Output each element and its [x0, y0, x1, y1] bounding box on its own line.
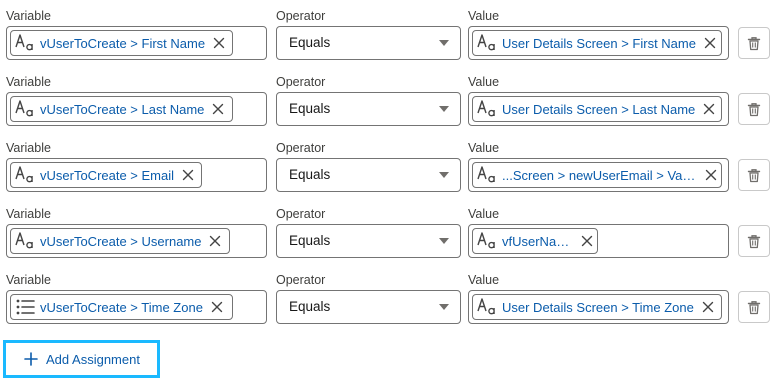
operator-value: Equals	[289, 35, 331, 50]
text-type-icon	[14, 230, 36, 252]
operator-value: Equals	[289, 233, 331, 248]
text-type-icon	[476, 296, 498, 318]
delete-row-button[interactable]	[738, 291, 770, 323]
dropdown-caret-icon	[439, 238, 449, 244]
operator-label: Operator	[276, 141, 326, 155]
dropdown-caret-icon	[439, 40, 449, 46]
remove-value-icon[interactable]	[581, 235, 593, 247]
variable-pill-text: vUserToCreate > Email	[40, 167, 175, 183]
variable-label: Variable	[6, 141, 51, 155]
delete-row-button[interactable]	[738, 225, 770, 257]
add-assignment-button[interactable]: Add Assignment	[6, 343, 157, 375]
value-pill-text: User Details Screen > Last Name	[502, 101, 696, 117]
operator-label: Operator	[276, 273, 326, 287]
value-pill-text: User Details Screen > First Name	[502, 35, 696, 51]
operator-select[interactable]: Equals	[276, 224, 461, 258]
variable-field[interactable]: vUserToCreate > Time Zone	[6, 290, 267, 324]
value-pill[interactable]: ...Screen > newUserEmail > Value	[472, 162, 722, 188]
value-pill-text: ...Screen > newUserEmail > Value	[502, 167, 697, 183]
value-field[interactable]: User Details Screen > Time Zone	[468, 290, 729, 324]
add-assignment-label: Add Assignment	[46, 351, 140, 367]
variable-pill-text: vUserToCreate > Last Name	[40, 101, 205, 117]
dropdown-caret-icon	[439, 172, 449, 178]
operator-select[interactable]: Equals	[276, 290, 461, 324]
remove-variable-icon[interactable]	[209, 235, 221, 247]
value-label: Value	[468, 141, 500, 155]
text-type-icon	[476, 164, 498, 186]
variable-label: Variable	[6, 273, 51, 287]
operator-label: Operator	[276, 75, 326, 89]
assignment-row: Variable Operator Value vUserToCreate > Use…	[0, 206, 776, 272]
remove-value-icon[interactable]	[703, 103, 715, 115]
variable-pill-text: vUserToCreate > First Name	[40, 35, 206, 51]
trash-icon	[747, 234, 761, 249]
trash-icon	[747, 102, 761, 117]
value-pill[interactable]: User Details Screen > Time Zone	[472, 294, 722, 320]
text-type-icon	[476, 230, 498, 252]
add-assignment-focus-ring: Add Assignment	[3, 340, 160, 378]
variable-label: Variable	[6, 207, 51, 221]
delete-row-button[interactable]	[738, 93, 770, 125]
operator-select[interactable]: Equals	[276, 26, 461, 60]
text-type-icon	[476, 32, 498, 54]
remove-variable-icon[interactable]	[182, 169, 194, 181]
dropdown-caret-icon	[439, 106, 449, 112]
value-field[interactable]: ...Screen > newUserEmail > Value	[468, 158, 729, 192]
variable-label: Variable	[6, 9, 51, 23]
remove-variable-icon[interactable]	[213, 37, 225, 49]
value-field[interactable]: User Details Screen > Last Name	[468, 92, 729, 126]
trash-icon	[747, 168, 761, 183]
dropdown-caret-icon	[439, 304, 449, 310]
remove-variable-icon[interactable]	[212, 103, 224, 115]
variable-pill[interactable]: vUserToCreate > Last Name	[10, 96, 233, 122]
value-label: Value	[468, 207, 500, 221]
operator-value: Equals	[289, 101, 331, 116]
value-pill-text: User Details Screen > Time Zone	[502, 299, 694, 315]
variable-field[interactable]: vUserToCreate > Email	[6, 158, 267, 192]
delete-row-button[interactable]	[738, 159, 770, 191]
variable-pill[interactable]: vUserToCreate > First Name	[10, 30, 233, 56]
text-type-icon	[476, 98, 498, 120]
value-pill[interactable]: User Details Screen > First Name	[472, 30, 722, 56]
remove-variable-icon[interactable]	[211, 301, 223, 313]
operator-label: Operator	[276, 9, 326, 23]
variable-field[interactable]: vUserToCreate > Username	[6, 224, 267, 258]
operator-select[interactable]: Equals	[276, 158, 461, 192]
assignment-row: Variable Operator Value vUserToCreate > Las…	[0, 74, 776, 140]
value-label: Value	[468, 9, 500, 23]
trash-icon	[747, 36, 761, 51]
variable-label: Variable	[6, 75, 51, 89]
variable-pill[interactable]: vUserToCreate > Time Zone	[10, 294, 233, 320]
variable-field[interactable]: vUserToCreate > Last Name	[6, 92, 267, 126]
plus-icon	[24, 352, 38, 366]
trash-icon	[747, 300, 761, 315]
variable-pill[interactable]: vUserToCreate > Email	[10, 162, 202, 188]
picklist-icon	[14, 296, 36, 318]
value-pill[interactable]: vfUserName	[472, 228, 598, 254]
value-pill-text: vfUserName	[502, 233, 573, 249]
assignment-row: Variable Operator Value vUserToCreate > Tim…	[0, 272, 776, 338]
assignment-row: Variable Operator Value vUserToCreate > Fir…	[0, 8, 776, 74]
remove-value-icon[interactable]	[702, 301, 714, 313]
variable-pill-text: vUserToCreate > Time Zone	[40, 299, 203, 315]
operator-label: Operator	[276, 207, 326, 221]
variable-field[interactable]: vUserToCreate > First Name	[6, 26, 267, 60]
operator-value: Equals	[289, 167, 331, 182]
value-label: Value	[468, 75, 500, 89]
text-type-icon	[14, 32, 36, 54]
remove-value-icon[interactable]	[705, 169, 717, 181]
variable-pill[interactable]: vUserToCreate > Username	[10, 228, 230, 254]
operator-select[interactable]: Equals	[276, 92, 461, 126]
text-type-icon	[14, 98, 36, 120]
delete-row-button[interactable]	[738, 27, 770, 59]
value-field[interactable]: vfUserName	[468, 224, 729, 258]
remove-value-icon[interactable]	[704, 37, 716, 49]
value-field[interactable]: User Details Screen > First Name	[468, 26, 729, 60]
value-label: Value	[468, 273, 500, 287]
assignment-row: Variable Operator Value vUserToCreate > Ema…	[0, 140, 776, 206]
operator-value: Equals	[289, 299, 331, 314]
value-pill[interactable]: User Details Screen > Last Name	[472, 96, 722, 122]
variable-pill-text: vUserToCreate > Username	[40, 233, 202, 249]
text-type-icon	[14, 164, 36, 186]
